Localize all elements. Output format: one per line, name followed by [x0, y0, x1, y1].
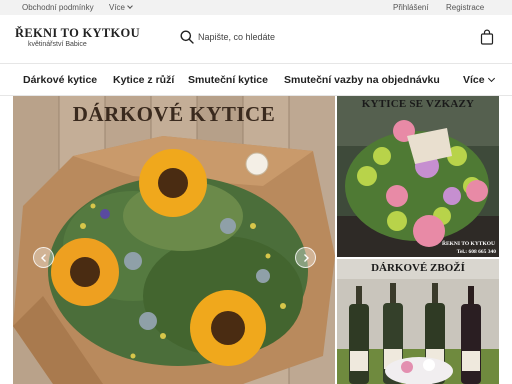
slider-prev-button[interactable]	[33, 247, 54, 268]
slider-next-button[interactable]	[295, 247, 316, 268]
top-utility-bar: Obchodní podmínky Více Přihlášení Regist…	[0, 0, 512, 15]
search-icon[interactable]	[180, 30, 194, 44]
gift-goods-image	[337, 259, 499, 384]
chevron-down-icon	[127, 3, 133, 9]
nav-more-menu[interactable]: Více	[463, 74, 495, 86]
nav-more-label: Více	[463, 74, 485, 86]
chevron-left-icon	[41, 254, 46, 262]
banner-title: DÁRKOVÉ KYTICE	[72, 102, 276, 126]
site-header: ŘEKNI TO KYTKOU květinářství Babice	[0, 15, 512, 63]
side-banner-shop-name: ŘEKNI TO KYTKOU	[442, 241, 495, 247]
bouquet-image	[13, 96, 335, 384]
hero-banner-gift-bouquets[interactable]: DÁRKOVÉ KYTICE	[13, 96, 335, 384]
side-banner-gift-goods[interactable]: DÁRKOVÉ ZBOŽÍ	[337, 259, 499, 384]
search-input[interactable]	[198, 29, 358, 45]
side-banner-message-title: KYTICE SE VZKAZY	[361, 98, 475, 110]
login-link[interactable]: Přihlášení	[393, 3, 429, 12]
logo-subtitle: květinářství Babice	[28, 41, 87, 48]
main-navigation: Dárkové kytice Kytice z růží Smuteční ky…	[0, 63, 512, 96]
nav-item-funeral-bouquets[interactable]: Smuteční kytice	[188, 74, 268, 86]
nav-item-rose-bouquets[interactable]: Kytice z růží	[113, 74, 174, 86]
chevron-right-icon	[304, 254, 309, 262]
topbar-more-label: Více	[109, 3, 126, 12]
topbar-more-menu[interactable]: Více	[109, 3, 133, 12]
terms-link[interactable]: Obchodní podmínky	[22, 3, 94, 12]
nav-item-gift-bouquets[interactable]: Dárkové kytice	[23, 74, 97, 86]
chevron-down-icon	[487, 74, 495, 83]
side-banner-message-bouquets[interactable]: KYTICE SE VZKAZY ŘEKNI TO KYTKOU Tel.: 6…	[337, 96, 499, 257]
logo-title[interactable]: ŘEKNI TO KYTKOU	[15, 26, 140, 41]
shopping-bag-icon[interactable]	[480, 29, 494, 45]
register-link[interactable]: Registrace	[446, 3, 484, 12]
side-banner-phone: Tel.: 608 665 340	[456, 249, 496, 255]
message-bouquet-image	[337, 96, 499, 257]
nav-item-funeral-arrangements[interactable]: Smuteční vazby na objednávku	[284, 74, 440, 86]
side-banner-gift-goods-title: DÁRKOVÉ ZBOŽÍ	[371, 262, 465, 274]
